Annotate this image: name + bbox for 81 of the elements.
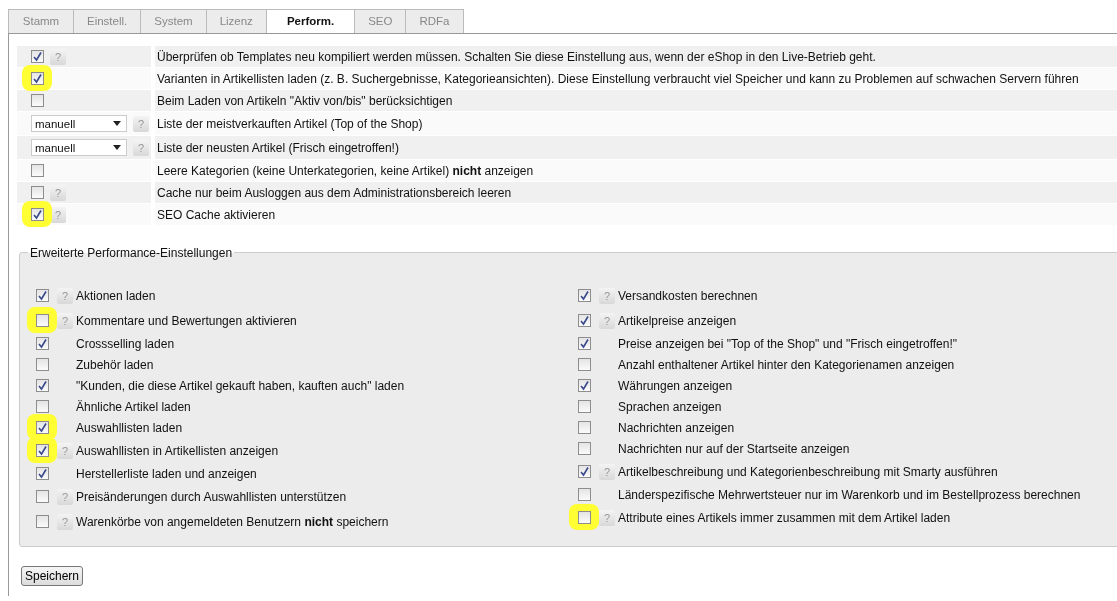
setting-label: Auswahllisten laden bbox=[76, 420, 183, 435]
setting-label: "Kunden, die diese Artikel gekauft haben, kauften auch" laden bbox=[76, 378, 405, 393]
tab[interactable]: Stamm bbox=[8, 9, 74, 33]
checkbox[interactable] bbox=[578, 421, 591, 434]
caret-icon bbox=[113, 121, 121, 126]
checkbox[interactable] bbox=[36, 444, 49, 457]
checkbox[interactable] bbox=[36, 358, 49, 371]
tab[interactable]: Lizenz bbox=[205, 9, 267, 33]
setting-label: Cache nur beim Ausloggen aus dem Administrationsbereich leeren bbox=[155, 182, 1117, 203]
setting-label: Varianten in Artikellisten laden (z. B. Suchergebnisse, Kategorieansichten). Diese Einstellung verbraucht viel Speicher und kann zu Problemen auf schwachen Servern führen bbox=[155, 68, 1117, 89]
setting-label: Attribute eines Artikels immer zusammen mit dem Artikel laden bbox=[618, 510, 951, 525]
setting-label: Zubehör laden bbox=[76, 357, 154, 372]
setting-label: Preisänderungen durch Auswahllisten unterstützen bbox=[76, 489, 347, 504]
setting-label: Länderspezifische Mehrwertsteuer nur im Warenkorb und im Bestellprozess berechnen bbox=[618, 487, 1081, 502]
checkbox[interactable] bbox=[578, 511, 591, 524]
setting-label: Herstellerliste laden und anzeigen bbox=[76, 466, 257, 481]
caret-icon bbox=[113, 145, 121, 150]
setting-label: Beim Laden von Artikeln "Aktiv von/bis" berücksichtigen bbox=[155, 90, 1117, 111]
setting-label: Artikelpreise anzeigen bbox=[618, 313, 737, 328]
checkbox[interactable] bbox=[31, 186, 44, 199]
help-button[interactable]: ? bbox=[57, 287, 73, 304]
checkbox[interactable] bbox=[31, 72, 44, 85]
checkbox[interactable] bbox=[578, 488, 591, 501]
setting-label: Nachrichten anzeigen bbox=[618, 420, 735, 435]
setting-label: Leere Kategorien (keine Unterkategorien, keine Artikel) nicht anzeigen bbox=[155, 160, 1117, 181]
help-button[interactable]: ? bbox=[57, 442, 73, 459]
tab[interactable]: SEO bbox=[354, 9, 407, 33]
help-button[interactable]: ? bbox=[599, 509, 615, 526]
setting-label: Versandkosten berechnen bbox=[618, 288, 758, 303]
checkbox[interactable] bbox=[36, 289, 49, 302]
tab[interactable]: RDFa bbox=[405, 9, 464, 33]
setting-label: Liste der meistverkauften Artikel (Top of the Shop) bbox=[155, 112, 1117, 135]
help-button[interactable]: ? bbox=[133, 115, 149, 132]
setting-label: Liste der neusten Artikel (Frisch eingetroffen!) bbox=[155, 136, 1117, 159]
group-title: Erweiterte Performance-Einstellungen bbox=[28, 246, 235, 260]
checkbox[interactable] bbox=[578, 400, 591, 413]
help-button[interactable]: ? bbox=[57, 488, 73, 505]
checkbox[interactable] bbox=[36, 421, 49, 434]
setting-label: Anzahl enthaltener Artikel hinter den Kategorienamen anzeigen bbox=[618, 357, 955, 372]
checkbox[interactable] bbox=[578, 314, 591, 327]
checkbox[interactable] bbox=[578, 337, 591, 350]
setting-label: Überprüfen ob Templates neu kompiliert werden müssen. Schalten Sie diese Einstellung aus, wenn der eShop in den Live-Betrieb geht. bbox=[155, 46, 1117, 67]
checkbox[interactable] bbox=[36, 400, 49, 413]
checkbox[interactable] bbox=[36, 515, 49, 528]
save-button[interactable]: Speichern bbox=[21, 566, 84, 586]
checkbox[interactable] bbox=[578, 465, 591, 478]
checkbox[interactable] bbox=[578, 289, 591, 302]
checkbox[interactable] bbox=[578, 442, 591, 455]
tab[interactable]: System bbox=[140, 9, 207, 33]
help-button[interactable]: ? bbox=[57, 312, 73, 329]
setting-label: Crossselling laden bbox=[76, 336, 175, 351]
help-button[interactable]: ? bbox=[599, 287, 615, 304]
setting-label: Preise anzeigen bei "Top of the Shop" und "Frisch eingetroffen!" bbox=[618, 336, 958, 351]
help-button[interactable]: ? bbox=[133, 139, 149, 156]
help-button[interactable]: ? bbox=[599, 463, 615, 480]
setting-label: Sprachen anzeigen bbox=[618, 399, 722, 414]
help-button[interactable]: ? bbox=[57, 513, 73, 530]
setting-label: Warenkörbe von angemeldeten Benutzern nicht speichern bbox=[76, 514, 389, 529]
checkbox[interactable] bbox=[578, 358, 591, 371]
checkbox[interactable] bbox=[31, 164, 44, 177]
checkbox[interactable] bbox=[31, 94, 44, 107]
dropdown[interactable]: manuell bbox=[31, 139, 127, 156]
checkbox[interactable] bbox=[31, 208, 44, 221]
tab[interactable]: Einstell. bbox=[73, 9, 142, 33]
checkbox[interactable] bbox=[36, 467, 49, 480]
setting-label: SEO Cache aktivieren bbox=[155, 204, 1117, 225]
checkbox[interactable] bbox=[36, 379, 49, 392]
checkbox[interactable] bbox=[578, 379, 591, 392]
checkbox[interactable] bbox=[31, 50, 44, 63]
setting-label: Aktionen laden bbox=[76, 288, 156, 303]
setting-label: Ähnliche Artikel laden bbox=[76, 399, 191, 414]
setting-label: Nachrichten nur auf der Startseite anzeigen bbox=[618, 441, 850, 456]
setting-label: Währungen anzeigen bbox=[618, 378, 733, 393]
setting-label: Auswahllisten in Artikellisten anzeigen bbox=[76, 443, 279, 458]
checkbox[interactable] bbox=[36, 490, 49, 503]
checkbox[interactable] bbox=[36, 314, 49, 327]
setting-label: Artikelbeschreibung und Kategorienbeschreibung mit Smarty ausführen bbox=[618, 464, 998, 479]
dropdown[interactable]: manuell bbox=[31, 115, 127, 132]
setting-label: Kommentare und Bewertungen aktivieren bbox=[76, 313, 297, 328]
help-button[interactable]: ? bbox=[599, 312, 615, 329]
checkbox[interactable] bbox=[36, 337, 49, 350]
